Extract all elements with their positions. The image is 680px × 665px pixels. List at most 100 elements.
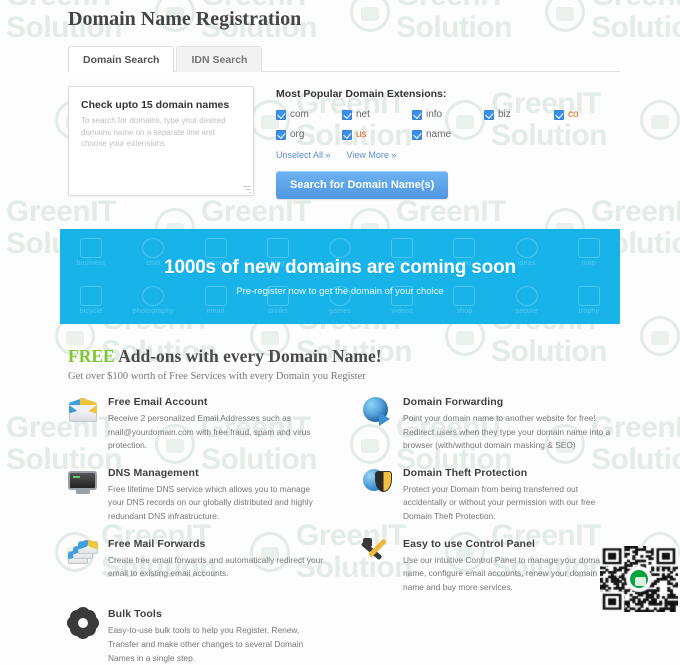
feature-title: Free Mail Forwards <box>108 537 206 550</box>
banner-icon-shape <box>80 238 103 259</box>
banner-icon-shape <box>515 238 538 259</box>
checkbox-checked-icon[interactable] <box>484 109 494 120</box>
wrench-screwdriver-icon <box>360 537 393 568</box>
banner-icon-caption: games <box>328 307 351 315</box>
tab-domain-search[interactable]: Domain Search <box>68 46 175 72</box>
banner-icon-shop: shop <box>453 285 476 315</box>
banner-icon-secure: secure <box>515 285 538 315</box>
feature-description: Easy-to-use bulk tools to help you Regis… <box>108 625 304 663</box>
banner-icon-shape <box>142 238 165 259</box>
feature-description: Point your domain name to another websit… <box>403 413 611 451</box>
feature-title: Bulk Tools <box>108 608 162 621</box>
extension-checkbox-net[interactable]: net <box>342 109 412 120</box>
textarea-resize-handle[interactable] <box>242 184 251 193</box>
checkbox-checked-icon[interactable] <box>342 129 352 140</box>
qr-center-logo-icon <box>628 568 650 590</box>
banner-icon-ideas: ideas <box>515 238 538 267</box>
banner-icon-shape <box>204 285 227 306</box>
extension-label: co <box>568 109 579 120</box>
feature-item: Domain Theft Protection Protect your Doma… <box>363 467 620 524</box>
banner-icon-shape <box>204 238 227 259</box>
extensions-title: Most Popular Domain Extensions: <box>276 88 447 100</box>
extensions-section: Most Popular Domain Extensions: com net in… <box>276 86 620 199</box>
feature-body: DNS Management Free lifetime DNS service … <box>108 467 325 524</box>
extension-label: biz <box>498 109 511 120</box>
extension-label: net <box>356 109 370 120</box>
addons-title-rest: Add-ons with every Domain Name! <box>114 346 382 366</box>
banner-icon-map: map <box>577 238 600 267</box>
banner-icon-caption: bicycle <box>79 307 103 315</box>
banner-icon-business: business <box>76 238 106 268</box>
feature-title: DNS Management <box>108 466 199 479</box>
banner-icon-caption: email <box>206 307 225 315</box>
domain-input-placeholder: To search for domains, type your desired… <box>81 116 226 149</box>
feature-item: Free Mail Forwards Create free email forw… <box>68 538 325 595</box>
addons-title-free: FREE <box>68 346 115 366</box>
feature-body: Domain Forwarding Point your domain name … <box>403 396 620 453</box>
banner-icon-shape <box>577 285 600 306</box>
extension-checkbox-us[interactable]: us <box>342 129 412 140</box>
checkbox-checked-icon[interactable] <box>412 129 422 140</box>
feature-body: Domain Theft Protection Protect your Doma… <box>403 467 620 524</box>
banner-icon-caption: chat <box>146 260 161 268</box>
extension-label: org <box>290 129 305 140</box>
banner-icon-shape <box>142 285 165 306</box>
banner-icon-caption: videos <box>391 307 413 315</box>
checkbox-checked-icon[interactable] <box>276 129 286 140</box>
extension-checkbox-com[interactable]: com <box>276 109 342 120</box>
gear-icon <box>68 608 98 638</box>
feature-title: Free Email Account <box>108 396 208 408</box>
addons-subtitle: Get over $100 worth of Free Services wit… <box>68 371 366 382</box>
checkbox-checked-icon[interactable] <box>342 109 352 120</box>
page-container: Domain Name Registration Domain Search I… <box>0 0 680 211</box>
view-more-link[interactable]: View More » <box>347 150 397 160</box>
domain-input-heading: Check upto 15 domain names <box>81 99 230 111</box>
banner-icon-caption: drinks <box>267 307 288 315</box>
domain-names-input[interactable]: Check upto 15 domain names To search for… <box>68 86 254 196</box>
banner-icon-shape <box>453 238 476 259</box>
extension-label: name <box>426 129 452 140</box>
promo-banner: business chat laptops blog cloud shop love idea… <box>60 229 620 324</box>
banner-icon-bicycle: bicycle <box>79 285 103 315</box>
feature-description: Receive 2 personalized Email Addresses s… <box>108 413 311 451</box>
extension-links: Unselect All » View More » <box>276 150 620 160</box>
extension-checkbox-name[interactable]: name <box>412 129 484 140</box>
banner-icon-shape <box>577 238 600 259</box>
extension-checkbox-info[interactable]: info <box>412 109 484 120</box>
banner-icon-photography: photography <box>132 285 174 315</box>
banner-icon-shape <box>80 285 103 306</box>
tab-idn-search[interactable]: IDN Search <box>176 46 263 72</box>
feature-item: Easy to use Control Panel Use our intuiti… <box>360 537 620 595</box>
terminal-screen-icon <box>68 467 98 497</box>
feature-description: Use our intuitive Control Panel to manag… <box>403 554 607 592</box>
banner-icon-trophy: trophy <box>577 285 600 315</box>
search-domain-button[interactable]: Search for Domain Name(s) <box>276 171 449 199</box>
checkbox-checked-icon[interactable] <box>276 109 286 120</box>
banner-icon-caption: secure <box>515 307 538 315</box>
extension-checkbox-org[interactable]: org <box>276 129 342 140</box>
banner-subline: Pre-register now to get the domain of yo… <box>236 285 444 297</box>
checkbox-checked-icon[interactable] <box>412 109 422 120</box>
banner-icon-caption: trophy <box>578 307 600 315</box>
qr-code[interactable] <box>600 546 678 612</box>
feature-item: Free Email Account Receive 2 personalized… <box>68 396 325 453</box>
banner-icon-shape <box>453 285 476 306</box>
checkbox-checked-icon[interactable] <box>554 109 564 120</box>
banner-icon-email: email <box>204 285 227 315</box>
globe-shield-icon <box>363 467 393 497</box>
extension-label: us <box>356 129 367 140</box>
feature-item: Domain Forwarding Point your domain name … <box>363 396 620 453</box>
banner-icon-shape <box>515 285 538 306</box>
banner-icon-caption: business <box>76 260 106 268</box>
feature-description: Protect your Domain from being transferr… <box>403 483 596 522</box>
unselect-all-link[interactable]: Unselect All » <box>276 150 331 160</box>
domain-search-panel: Check upto 15 domain names To search for… <box>60 72 620 211</box>
addons-section: FREE Add-ons with every Domain Name! Get… <box>60 324 620 665</box>
extension-label: info <box>426 109 443 120</box>
extension-checkbox-biz[interactable]: biz <box>484 109 554 120</box>
feature-title: Domain Forwarding <box>403 396 504 408</box>
feature-body: Free Mail Forwards Create free email forw… <box>108 538 325 581</box>
banner-icon-caption: photography <box>132 307 174 315</box>
extension-checkbox-co[interactable]: co <box>554 109 620 120</box>
feature-title: Domain Theft Protection <box>403 466 528 479</box>
